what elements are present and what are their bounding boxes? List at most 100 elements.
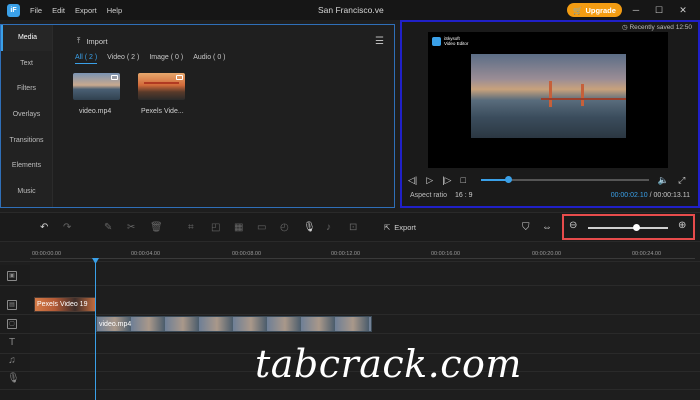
clock-icon: ◷ (622, 24, 628, 31)
timeline-clip-video[interactable]: video.mp4 (96, 316, 372, 332)
total-time: 00:00:13.11 (653, 192, 690, 199)
sidebar-item-transitions[interactable]: Transitions (1, 127, 52, 153)
export-label: Export (394, 223, 416, 232)
preview-screen[interactable]: iSkysoft Video Editor (428, 32, 668, 168)
media-label-video: video.mp4 (79, 108, 112, 115)
title-bar: iF File Edit Export Help San Francisco.v… (0, 0, 700, 20)
microphone-icon[interactable]: 🎙 (303, 222, 316, 233)
media-thumbnail-pexels[interactable] (138, 73, 185, 100)
import-label: Import (86, 36, 108, 46)
export-icon: ⇱ (384, 223, 391, 232)
editor-logo-icon (432, 36, 441, 46)
ruler-tick: 00:00:04.00 (131, 251, 161, 257)
ruler-tick: 00:00:20.00 (532, 251, 562, 257)
fullscreen-icon[interactable]: ⤢ (678, 175, 685, 186)
bridge-tower (581, 84, 584, 106)
seek-bar[interactable] (480, 176, 649, 183)
sidebar-item-text[interactable]: Text (1, 51, 52, 77)
voice-track-icon: 🎙 (7, 373, 20, 384)
aspect-label: Aspect ratio (410, 192, 447, 199)
stop-icon[interactable]: □ (460, 175, 465, 185)
zoom-slider[interactable] (588, 224, 668, 231)
delete-icon[interactable]: 🗑 (150, 222, 163, 233)
crop-icon[interactable]: ⌗ (188, 222, 194, 233)
seek-handle[interactable] (504, 176, 512, 183)
aspect-value[interactable]: 16 : 9 (455, 192, 473, 199)
app-logo: iF (7, 3, 20, 17)
volume-icon[interactable]: 🔈 (658, 175, 669, 186)
snapshot-icon[interactable]: ▭ (257, 222, 266, 233)
time-ruler[interactable]: 00:00:00.00 00:00:04.00 00:00:08.00 00:0… (0, 246, 700, 262)
bridge-tower (549, 81, 552, 107)
media-thumbnail-video[interactable] (73, 73, 120, 100)
pen-icon[interactable]: ✎ (104, 222, 112, 233)
seek-progress (480, 179, 508, 181)
track-row[interactable]: ▣ (0, 266, 700, 286)
sidebar-item-music[interactable]: Music (1, 179, 52, 205)
redo-icon[interactable]: ↷ (63, 222, 71, 233)
fit-icon[interactable]: ⇔ (542, 222, 552, 233)
mosaic-icon[interactable]: ▦ (234, 222, 243, 233)
text-track-icon: T (8, 337, 16, 348)
window-title: San Francisco.ve (318, 5, 384, 15)
detach-audio-icon[interactable]: ⊡ (349, 222, 357, 233)
menu-help[interactable]: Help (107, 6, 122, 15)
sidebar-item-filters[interactable]: Filters (1, 76, 52, 102)
step-forward-icon[interactable]: |▷ (442, 175, 451, 186)
zoom-handle[interactable] (633, 224, 640, 231)
zoom-in-icon[interactable]: ⊕ (678, 220, 686, 231)
filter-image[interactable]: Image ( 0 ) (149, 54, 183, 64)
filter-video[interactable]: Video ( 2 ) (107, 54, 139, 64)
playhead[interactable] (95, 258, 96, 400)
menu-file[interactable]: File (30, 6, 42, 15)
ruler-tick: 00:00:08.00 (232, 251, 262, 257)
main-track-icon: ▢ (7, 319, 17, 329)
marker-icon[interactable]: ⛉ (522, 222, 530, 233)
track-row[interactable]: ▤ (0, 295, 700, 315)
watermark-badge: iSkysoft Video Editor (432, 36, 468, 46)
undo-icon[interactable]: ↶ (40, 222, 48, 233)
media-panel: Media Text Filters Overlays Transitions … (0, 24, 395, 208)
resize-icon[interactable]: ◰ (211, 222, 220, 233)
upgrade-label: Upgrade (585, 5, 616, 15)
badge-line2: Video Editor (444, 41, 469, 46)
badge-text: iSkysoft Video Editor (444, 36, 468, 46)
import-button[interactable]: ⤒ Import (77, 36, 108, 46)
cut-icon[interactable]: ✂ (127, 222, 135, 233)
filter-all[interactable]: All ( 2 ) (75, 54, 98, 64)
sidebar: Media Text Filters Overlays Transitions … (1, 25, 53, 207)
music-track-icon: ♫ (8, 355, 16, 366)
sidebar-item-media[interactable]: Media (1, 25, 52, 51)
sidebar-item-elements[interactable]: Elements (1, 153, 52, 179)
media-filter-tabs: All ( 2 ) Video ( 2 ) Image ( 0 ) Audio … (75, 54, 226, 64)
import-icon: ⤒ (77, 36, 81, 45)
media-library: ⤒ Import ☰ All ( 2 ) Video ( 2 ) Image (… (57, 25, 394, 207)
timeline-clip-pexels[interactable]: Pexels Video 19 (34, 297, 96, 312)
maximize-icon[interactable]: ☐ (652, 3, 666, 17)
play-icon[interactable]: ▷ (426, 175, 433, 186)
export-button[interactable]: ⇱ Export (384, 223, 416, 232)
zoom-out-icon[interactable]: ⊖ (569, 220, 577, 231)
current-time: 00:00:02.10 (610, 192, 648, 199)
filter-audio[interactable]: Audio ( 0 ) (193, 54, 225, 64)
timecode: 00:00:02.10 / 00:00:13.11 (611, 192, 690, 199)
step-back-icon[interactable]: ◁| (408, 175, 417, 186)
ruler-tick: 00:00:12.00 (331, 251, 361, 257)
video-frame (471, 54, 626, 138)
watermark-text: tabcrack.com (255, 342, 522, 386)
minimize-icon[interactable]: ─ (629, 3, 643, 17)
ruler-tick: 00:00:16.00 (431, 251, 461, 257)
close-icon[interactable]: ✕ (676, 3, 690, 17)
clip-label: video.mp4 (99, 321, 132, 328)
sidebar-item-overlays[interactable]: Overlays (1, 102, 52, 128)
menu-export[interactable]: Export (75, 6, 97, 15)
saved-text: Recently saved 12:50 (629, 24, 692, 31)
zoom-control: ⊖ ⊕ (562, 214, 695, 240)
speed-icon[interactable]: ◴ (280, 222, 289, 233)
menu-bar: File Edit Export Help (30, 6, 132, 15)
preview-panel: ◷ Recently saved 12:50 iSkysoft Video Ed… (400, 20, 700, 208)
menu-edit[interactable]: Edit (52, 6, 65, 15)
upgrade-button[interactable]: 🛒 Upgrade (567, 3, 622, 17)
voiceover-icon[interactable]: ♪ (326, 222, 331, 233)
list-view-icon[interactable]: ☰ (375, 36, 384, 47)
